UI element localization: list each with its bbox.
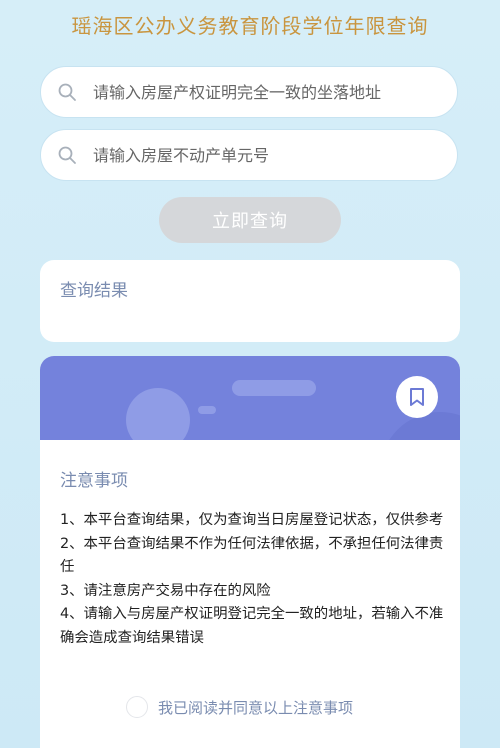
agree-radio-circle[interactable] [126,696,148,718]
banner-decoration-circle [126,388,190,440]
banner-decoration-pill [232,380,316,396]
agree-label: 我已阅读并同意以上注意事项 [158,698,354,717]
notice-item-1: 1、本平台查询结果，仅为查询当日房屋登记状态，仅供参考 [60,512,444,528]
query-button[interactable]: 立即查询 [159,197,341,243]
notice-title: 注意事项 [60,471,128,491]
search-icon [58,83,76,101]
bookmark-icon [410,388,424,406]
address-search-field[interactable] [40,66,458,118]
notice-item-4: 4、请输入与房屋产权证明登记完全一致的地址，若输入不准确会造成查询结果错误 [60,606,444,646]
bookmark-button[interactable] [396,376,438,418]
notice-panel: 注意事项 1、本平台查询结果，仅为查询当日房屋登记状态，仅供参考 2、本平台查询… [40,356,460,748]
notice-item-2: 2、本平台查询结果不作为任何法律依据，不承担任何法律责任 [60,535,444,576]
search-icon [58,146,76,164]
result-panel: 查询结果 [40,260,460,342]
banner-decoration-pill-small [198,406,216,414]
agree-checkbox[interactable]: 我已阅读并同意以上注意事项 [126,696,353,718]
page-title: 瑶海区公办义务教育阶段学位年限查询 [71,14,429,38]
unit-search-field[interactable] [40,129,458,181]
unit-number-input[interactable] [93,145,439,165]
notice-list: 1、本平台查询结果，仅为查询当日房屋登记状态，仅供参考 2、本平台查询结果不作为… [60,509,446,650]
address-input[interactable] [93,82,439,102]
notice-item-3: 3、请注意房产交易中存在的风险 [60,582,271,599]
notice-banner [40,356,460,440]
result-label: 查询结果 [60,281,128,301]
